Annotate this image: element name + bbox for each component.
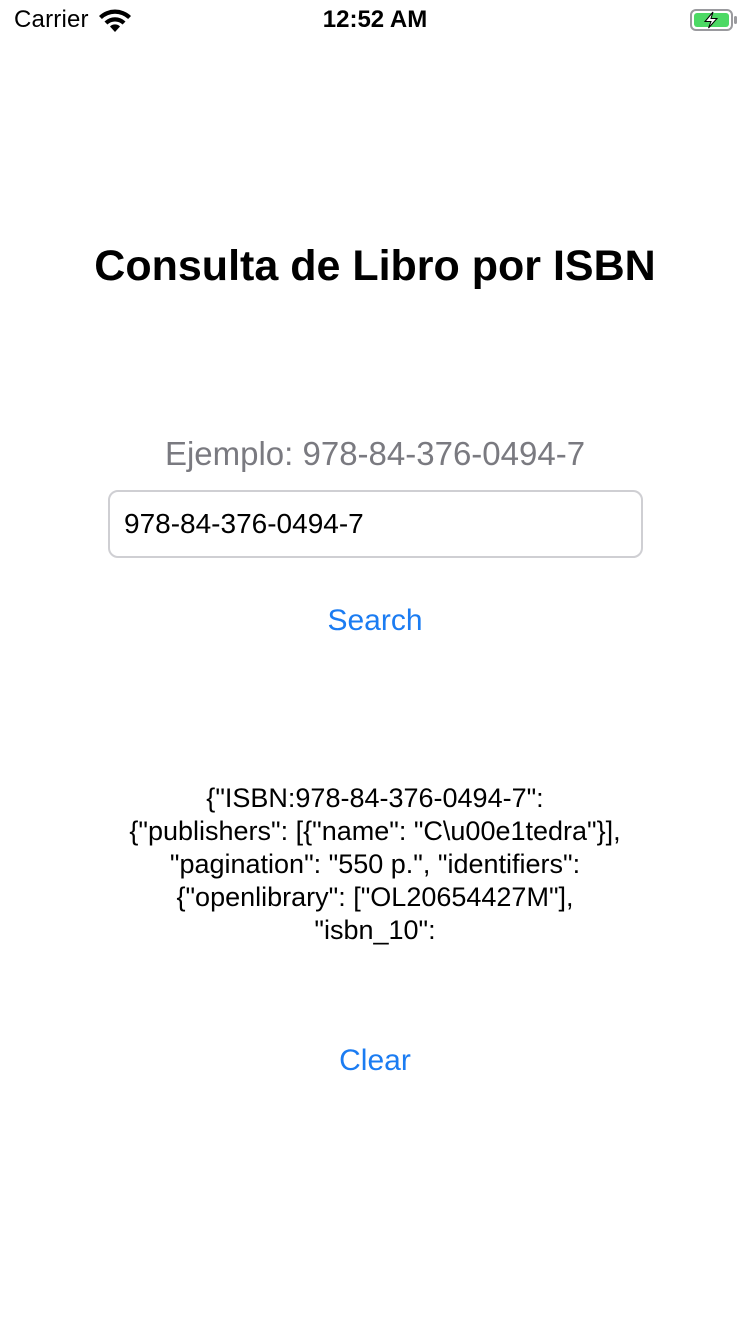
battery-charging-icon <box>690 9 738 31</box>
clock-time: 12:52 AM <box>322 6 428 33</box>
app-screen: Carrier 12:52 AM Consulta de Libro por I… <box>0 0 750 1334</box>
search-button[interactable]: Search <box>0 601 750 641</box>
status-bar: Carrier 12:52 AM <box>0 0 750 40</box>
isbn-example-hint: Ejemplo: 978-84-376-0494-7 <box>164 435 586 472</box>
page-title: Consulta de Libro por ISBN <box>94 242 656 290</box>
result-text: {"ISBN:978-84-376-0494-7": {"publishers"… <box>129 783 621 945</box>
clear-button[interactable]: Clear <box>0 1041 750 1081</box>
isbn-input[interactable] <box>108 490 643 558</box>
